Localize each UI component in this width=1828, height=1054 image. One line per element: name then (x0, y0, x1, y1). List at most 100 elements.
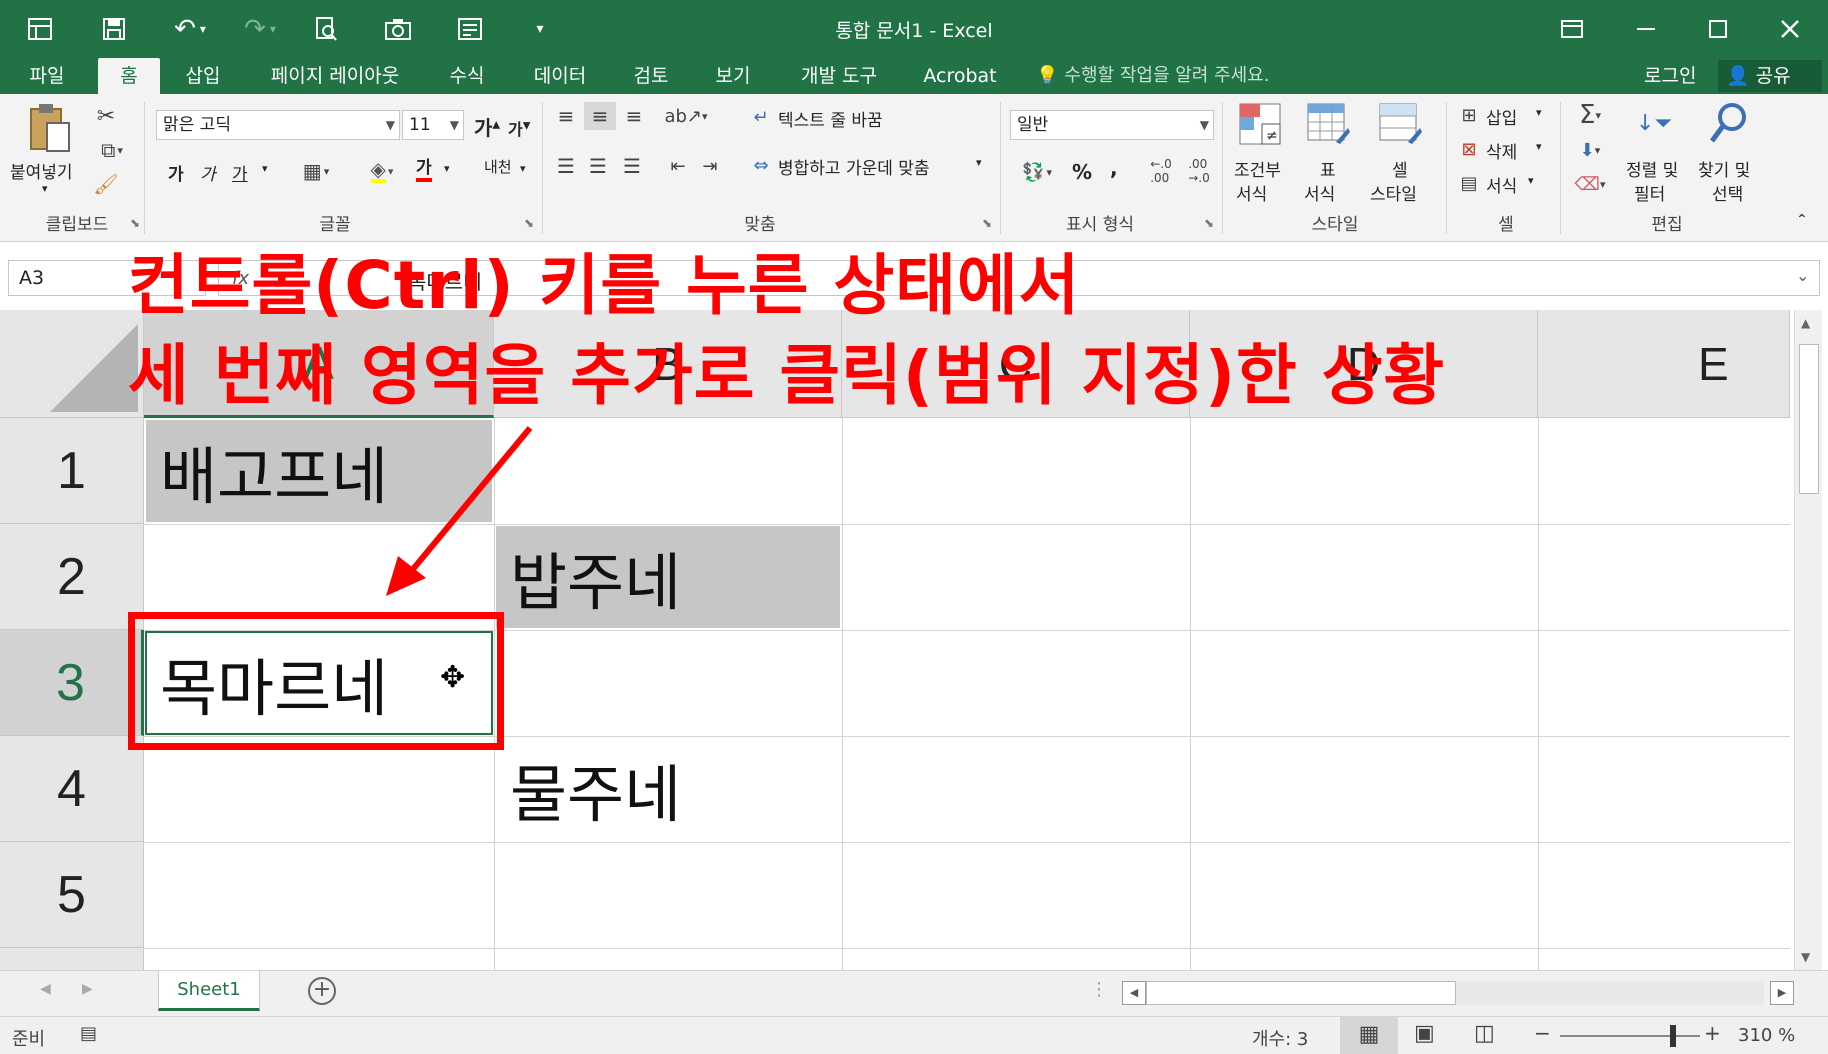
alignment-launcher-icon[interactable]: ⬊ (982, 216, 992, 230)
find-select-label-2[interactable]: 선택 (1712, 180, 1743, 205)
row-header-6[interactable] (0, 948, 144, 970)
scroll-sheets-left-icon[interactable]: ◀ (40, 981, 51, 997)
zoom-slider-track[interactable] (1560, 1035, 1700, 1037)
tell-me-box[interactable]: 💡 수행할 작업을 알려 주세요. (1036, 58, 1269, 94)
login-link[interactable]: 로그인 (1644, 58, 1696, 94)
tab-acrobat[interactable]: Acrobat (912, 58, 1008, 94)
format-cells-button[interactable]: 서식 (1486, 172, 1517, 197)
scroll-up-icon[interactable]: ▲ (1801, 316, 1810, 330)
horizontal-scroll-track[interactable] (1456, 981, 1764, 1005)
align-center-icon[interactable]: ☰ (584, 152, 612, 180)
delete-cells-icon[interactable]: ⊠ (1454, 136, 1484, 162)
delete-cells-button[interactable]: 삭제 (1486, 138, 1517, 163)
tab-view[interactable]: 보기 (702, 58, 764, 94)
macro-record-icon[interactable]: ▤ (80, 1023, 97, 1044)
scroll-right-icon[interactable]: ▶ (1770, 981, 1794, 1005)
font-launcher-icon[interactable]: ⬊ (524, 216, 534, 230)
fill-icon[interactable]: ⬇ ▾ (1570, 136, 1610, 164)
minimize-icon[interactable] (1618, 6, 1674, 52)
format-as-table-label-1[interactable]: 표 (1320, 156, 1336, 181)
delete-dropdown-icon[interactable]: ▾ (1536, 140, 1542, 153)
expand-formula-bar-icon[interactable]: ⌄ (1796, 266, 1809, 285)
row-header-4[interactable]: 4 (0, 736, 144, 842)
font-color-button[interactable]: 가 (416, 158, 432, 182)
scroll-sheets-right-icon[interactable]: ▶ (82, 981, 93, 997)
number-format-select[interactable]: 일반 ▼ (1010, 110, 1214, 140)
format-painter-icon[interactable]: 🖌 (92, 170, 120, 198)
zoom-level[interactable]: 310 % (1738, 1025, 1795, 1046)
insert-dropdown-icon[interactable]: ▾ (1536, 106, 1542, 119)
zoom-in-icon[interactable]: + (1704, 1021, 1721, 1045)
tab-home[interactable]: 홈 (98, 58, 160, 94)
orientation-icon[interactable]: ab↗ ▾ (664, 102, 708, 130)
tab-formulas[interactable]: 수식 (436, 58, 498, 94)
increase-indent-icon[interactable]: ⇥ (696, 152, 724, 180)
merge-center-button[interactable]: 병합하고 가운데 맞춤 (778, 154, 930, 179)
font-color-dropdown-icon[interactable]: ▾ (444, 162, 450, 175)
phonetic-button[interactable]: 내천 (484, 156, 512, 177)
scroll-left-icon[interactable]: ◀ (1122, 981, 1146, 1005)
italic-button[interactable]: 가 (200, 160, 216, 185)
cell-styles-label-2[interactable]: 스타일 (1370, 180, 1417, 205)
cell-styles-icon[interactable] (1376, 102, 1424, 146)
tab-developer[interactable]: 개발 도구 (786, 58, 892, 94)
page-break-view-icon[interactable]: ◫ (1474, 1021, 1495, 1046)
tab-file[interactable]: 파일 (14, 58, 80, 94)
sheet-tab-sheet1[interactable]: Sheet1 (158, 971, 260, 1011)
insert-cells-button[interactable]: 삽입 (1486, 104, 1517, 129)
tab-page-layout[interactable]: 페이지 레이아웃 (258, 58, 412, 94)
select-all-button[interactable] (0, 310, 144, 418)
format-as-table-label-2[interactable]: 서식 (1304, 180, 1335, 205)
cut-icon[interactable]: ✂ (92, 102, 120, 130)
fill-color-icon[interactable]: ◈ ▾ (362, 156, 402, 186)
decrease-indent-icon[interactable]: ⇤ (664, 152, 692, 180)
decrease-decimal-icon[interactable]: .00 →.0 (1184, 156, 1214, 186)
sort-filter-label-2[interactable]: 필터 (1634, 180, 1665, 205)
align-left-icon[interactable]: ☰ (552, 152, 580, 180)
phonetic-dropdown-icon[interactable]: ▾ (520, 162, 526, 175)
autosum-icon[interactable]: Σ ▾ (1570, 100, 1610, 130)
align-bottom-icon[interactable]: ≡ (620, 102, 648, 130)
scroll-down-icon[interactable]: ▼ (1801, 950, 1810, 964)
zoom-out-icon[interactable]: − (1534, 1021, 1551, 1045)
share-button[interactable]: 👤 공유 (1718, 60, 1822, 92)
zoom-slider-thumb[interactable] (1670, 1025, 1676, 1047)
wrap-text-icon[interactable]: ↵ (748, 104, 774, 130)
conditional-formatting-icon[interactable]: ≠ (1236, 102, 1284, 146)
cell-b2[interactable]: 밥주네 (496, 526, 840, 628)
decrease-font-icon[interactable]: 가▼ (508, 116, 530, 140)
accounting-format-icon[interactable]: 💱 ▾ (1012, 158, 1062, 186)
border-icon[interactable]: ▦ ▾ (296, 156, 336, 186)
row-header-5[interactable]: 5 (0, 842, 144, 948)
bold-button[interactable]: 가 (168, 160, 184, 185)
format-dropdown-icon[interactable]: ▾ (1528, 174, 1534, 187)
find-select-label-1[interactable]: 찾기 및 (1698, 156, 1750, 181)
maximize-icon[interactable] (1690, 6, 1746, 52)
tab-review[interactable]: 검토 (620, 58, 682, 94)
align-middle-icon[interactable]: ≡ (584, 102, 616, 130)
merge-center-icon[interactable]: ⇔ (748, 152, 774, 178)
sort-filter-icon[interactable]: ↓⏷ (1630, 102, 1678, 144)
column-header-e[interactable]: E (1538, 310, 1790, 418)
row-header-1[interactable]: 1 (0, 418, 144, 524)
clear-icon[interactable]: ⌫ ▾ (1570, 170, 1610, 198)
vertical-scroll-thumb[interactable] (1799, 344, 1819, 494)
format-as-table-icon[interactable] (1304, 102, 1352, 146)
underline-button[interactable]: 가 (232, 160, 248, 185)
align-top-icon[interactable]: ≡ (552, 102, 580, 130)
paste-label[interactable]: 붙여넣기 (10, 158, 73, 183)
normal-view-icon[interactable]: ▦ (1340, 1017, 1398, 1054)
font-name-select[interactable]: 맑은 고딕 ▼ (156, 110, 400, 140)
copy-icon[interactable]: ⧉ ▾ (92, 136, 132, 164)
increase-font-icon[interactable]: 가▲ (474, 112, 500, 141)
find-select-icon[interactable] (1704, 100, 1752, 146)
new-sheet-icon[interactable]: + (308, 977, 336, 1005)
percent-style-button[interactable]: % (1072, 160, 1092, 184)
horizontal-scroll-thumb[interactable] (1146, 981, 1456, 1005)
increase-decimal-icon[interactable]: ←.0.00 (1146, 156, 1176, 186)
number-launcher-icon[interactable]: ⬊ (1204, 216, 1214, 230)
underline-dropdown-icon[interactable]: ▾ (262, 162, 268, 175)
comma-style-button[interactable]: , (1110, 156, 1118, 180)
split-handle-icon[interactable]: ⋮ (1090, 979, 1108, 1000)
insert-cells-icon[interactable]: ⊞ (1454, 102, 1484, 128)
